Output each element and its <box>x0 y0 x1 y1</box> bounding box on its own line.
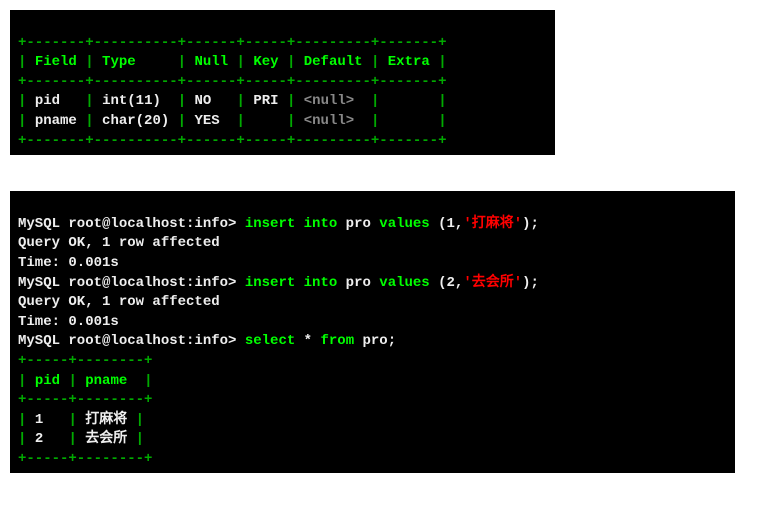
prompt: MySQL root@localhost:info> <box>18 275 236 291</box>
query-time: Time: 0.001s <box>18 314 119 330</box>
query-ok: Query OK, 1 row affected <box>18 294 220 310</box>
col-default: Default <box>304 54 363 70</box>
sql-keyword: select <box>245 333 295 349</box>
sql-keyword: values <box>379 216 429 232</box>
table-border: +-------+----------+------+-----+-------… <box>18 133 446 149</box>
col-field: Field <box>35 54 77 70</box>
col-extra: Extra <box>388 54 430 70</box>
col-key: Key <box>253 54 278 70</box>
sql-end: ); <box>522 216 539 232</box>
sql-args: (1, <box>438 216 463 232</box>
cell-pname: 去会所 <box>85 431 127 447</box>
table-border: +-----+--------+ <box>18 392 152 408</box>
query-time: Time: 0.001s <box>18 255 119 271</box>
table-border: +-------+----------+------+-----+-------… <box>18 74 446 90</box>
cell-field: pname <box>35 113 77 129</box>
query-ok: Query OK, 1 row affected <box>18 235 220 251</box>
sql-star: * <box>304 333 312 349</box>
table-border: +-----+--------+ <box>18 451 152 467</box>
sql-keyword: values <box>379 275 429 291</box>
cell-default: <null> <box>304 113 354 129</box>
sql-string: '打麻将' <box>463 216 522 232</box>
sql-table: pro <box>346 275 371 291</box>
mysql-session: MySQL root@localhost:info> insert into p… <box>10 191 735 473</box>
cell-key: PRI <box>253 93 278 109</box>
sql-keyword: insert into <box>245 216 337 232</box>
cell-field: pid <box>35 93 60 109</box>
col-type: Type <box>102 54 136 70</box>
cell-type: int(11) <box>102 93 161 109</box>
col-pid: pid <box>35 373 60 389</box>
cell-pname: 打麻将 <box>85 412 127 428</box>
col-pname: pname <box>85 373 127 389</box>
sql-end: ); <box>522 275 539 291</box>
table-border: +-----+--------+ <box>18 353 152 369</box>
cell-pid: 1 <box>35 412 43 428</box>
cell-null: NO <box>195 93 212 109</box>
sql-table: pro <box>346 216 371 232</box>
col-null: Null <box>194 54 228 70</box>
describe-table-output: +-------+----------+------+-----+-------… <box>10 10 555 155</box>
cell-default: <null> <box>304 93 354 109</box>
prompt: MySQL root@localhost:info> <box>18 333 236 349</box>
sql-args: (2, <box>438 275 463 291</box>
table-border: +-------+----------+------+-----+-------… <box>18 35 446 51</box>
sql-table: pro; <box>363 333 397 349</box>
sql-keyword: from <box>320 333 354 349</box>
prompt: MySQL root@localhost:info> <box>18 216 236 232</box>
cell-null: YES <box>194 113 219 129</box>
cell-type: char(20) <box>102 113 169 129</box>
sql-string: '去会所' <box>463 275 522 291</box>
cell-pid: 2 <box>35 431 43 447</box>
sql-keyword: insert into <box>245 275 337 291</box>
